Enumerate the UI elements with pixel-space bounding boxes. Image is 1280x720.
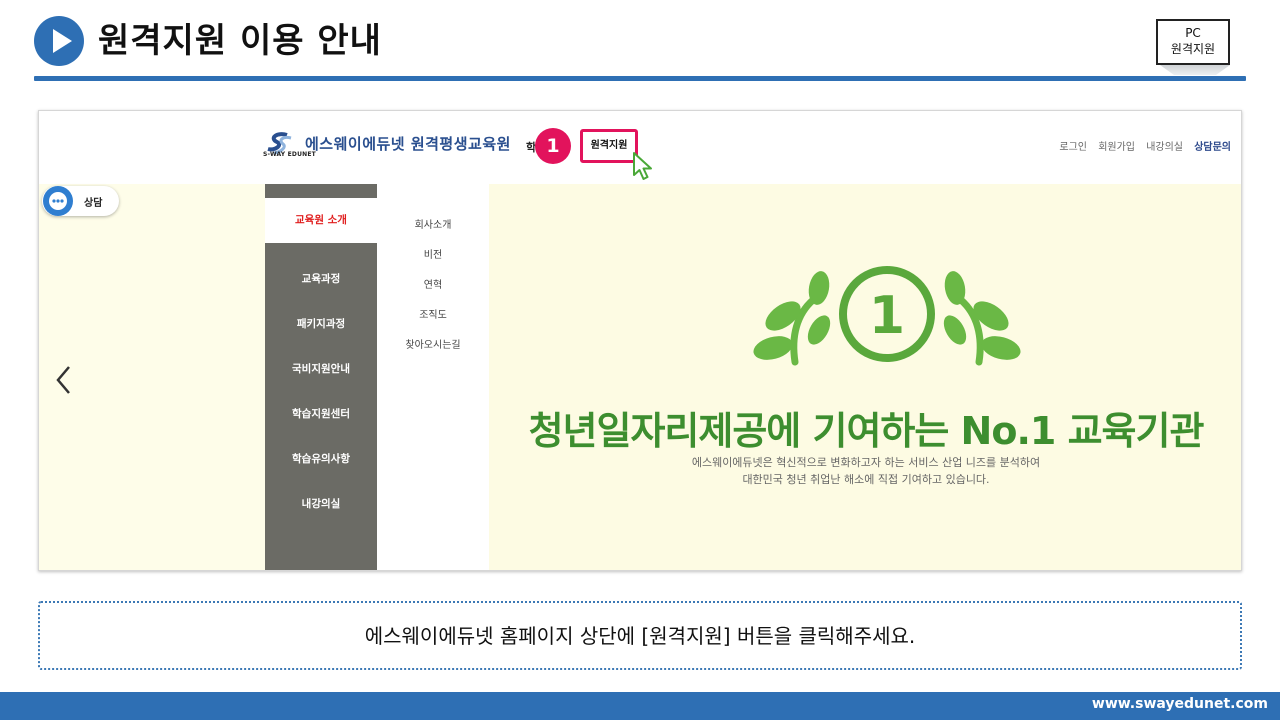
slide-title: 원격지원 이용 안내 (98, 21, 382, 61)
submenu-organization[interactable]: 조직도 (377, 306, 489, 321)
site-header: S-WAY EDUNET 에스웨이에듀넷 원격평생교육원 학 1 원격지원 로그… (39, 111, 1241, 184)
footer-url: www.swayedunet.com (1091, 696, 1268, 712)
pc-badge-line2: 원격지원 (1170, 42, 1216, 56)
menu-item-classroom[interactable]: 내강의실 (265, 482, 377, 527)
emblem-number: 1 (869, 286, 905, 346)
logo-text[interactable]: 에스웨이에듀넷 원격평생교육원 (305, 133, 511, 154)
submenu-history[interactable]: 연혁 (377, 276, 489, 291)
consult-link[interactable]: 상담문의 (1194, 142, 1231, 153)
remote-support-button[interactable]: 원격지원 (580, 129, 638, 163)
sub-menu: 회사소개 비전 연혁 조직도 찾아오시는길 (377, 184, 489, 570)
submenu-directions[interactable]: 찾아오시는길 (377, 336, 489, 351)
menu-item-courses[interactable]: 교육과정 (265, 257, 377, 302)
header-divider (34, 76, 1246, 81)
laurel-emblem-icon: 1 (753, 266, 1021, 366)
banner-description: 에스웨이에듀넷은 혁신적으로 변화하고자 하는 서비스 산업 니즈를 분석하여 … (489, 454, 1241, 488)
site-body: 1 청년일자리제공에 기여하는 No.1 교육기관 에스웨이에듀넷은 혁신적으로… (39, 184, 1241, 570)
pc-remote-badge: PC 원격지원 (1156, 19, 1230, 65)
instruction-text: 에스웨이에듀넷 홈페이지 상단에 [원격지원] 버튼을 클릭해주세요. (38, 601, 1242, 670)
my-classroom-link[interactable]: 내강의실 (1146, 142, 1183, 153)
play-icon (34, 16, 84, 66)
chevron-left-icon[interactable] (53, 364, 75, 396)
cursor-icon (633, 152, 652, 180)
chat-icon (43, 186, 73, 216)
website-screenshot: S-WAY EDUNET 에스웨이에듀넷 원격평생교육원 학 1 원격지원 로그… (38, 110, 1242, 571)
submenu-vision[interactable]: 비전 (377, 246, 489, 261)
login-link[interactable]: 로그인 (1059, 142, 1087, 153)
monitor-stand (1160, 65, 1230, 75)
main-menu: 교육원 소개 교육과정 패키지과정 국비지원안내 학습지원센터 학습유의사항 내… (265, 198, 377, 570)
menu-item-notes[interactable]: 학습유의사항 (265, 437, 377, 482)
banner-headline: 청년일자리제공에 기여하는 No.1 교육기관 (528, 409, 1205, 453)
banner-desc-line2: 대한민국 청년 취업난 해소에 직접 기여하고 있습니다. (742, 473, 990, 486)
pc-badge-line1: PC (1185, 26, 1201, 40)
submenu-company[interactable]: 회사소개 (377, 216, 489, 231)
menu-top-strip (265, 184, 377, 198)
menu-item-subsidy[interactable]: 국비지원안내 (265, 347, 377, 392)
utility-nav: 로그인 회원가입 내강의실 상담문의 (1051, 138, 1231, 153)
signup-link[interactable]: 회원가입 (1098, 142, 1135, 153)
menu-item-about[interactable]: 교육원 소개 (265, 198, 377, 243)
step-number-badge: 1 (535, 128, 571, 164)
footer-bar: www.swayedunet.com (0, 692, 1280, 720)
hero-banner: 1 청년일자리제공에 기여하는 No.1 교육기관 에스웨이에듀넷은 혁신적으로… (489, 184, 1241, 570)
banner-desc-line1: 에스웨이에듀넷은 혁신적으로 변화하고자 하는 서비스 산업 니즈를 분석하여 (691, 456, 1041, 469)
menu-item-package[interactable]: 패키지과정 (265, 302, 377, 347)
menu-item-support-center[interactable]: 학습지원센터 (265, 392, 377, 437)
chat-consult-button[interactable]: 상담 (42, 186, 119, 216)
chat-label: 상담 (84, 198, 103, 209)
